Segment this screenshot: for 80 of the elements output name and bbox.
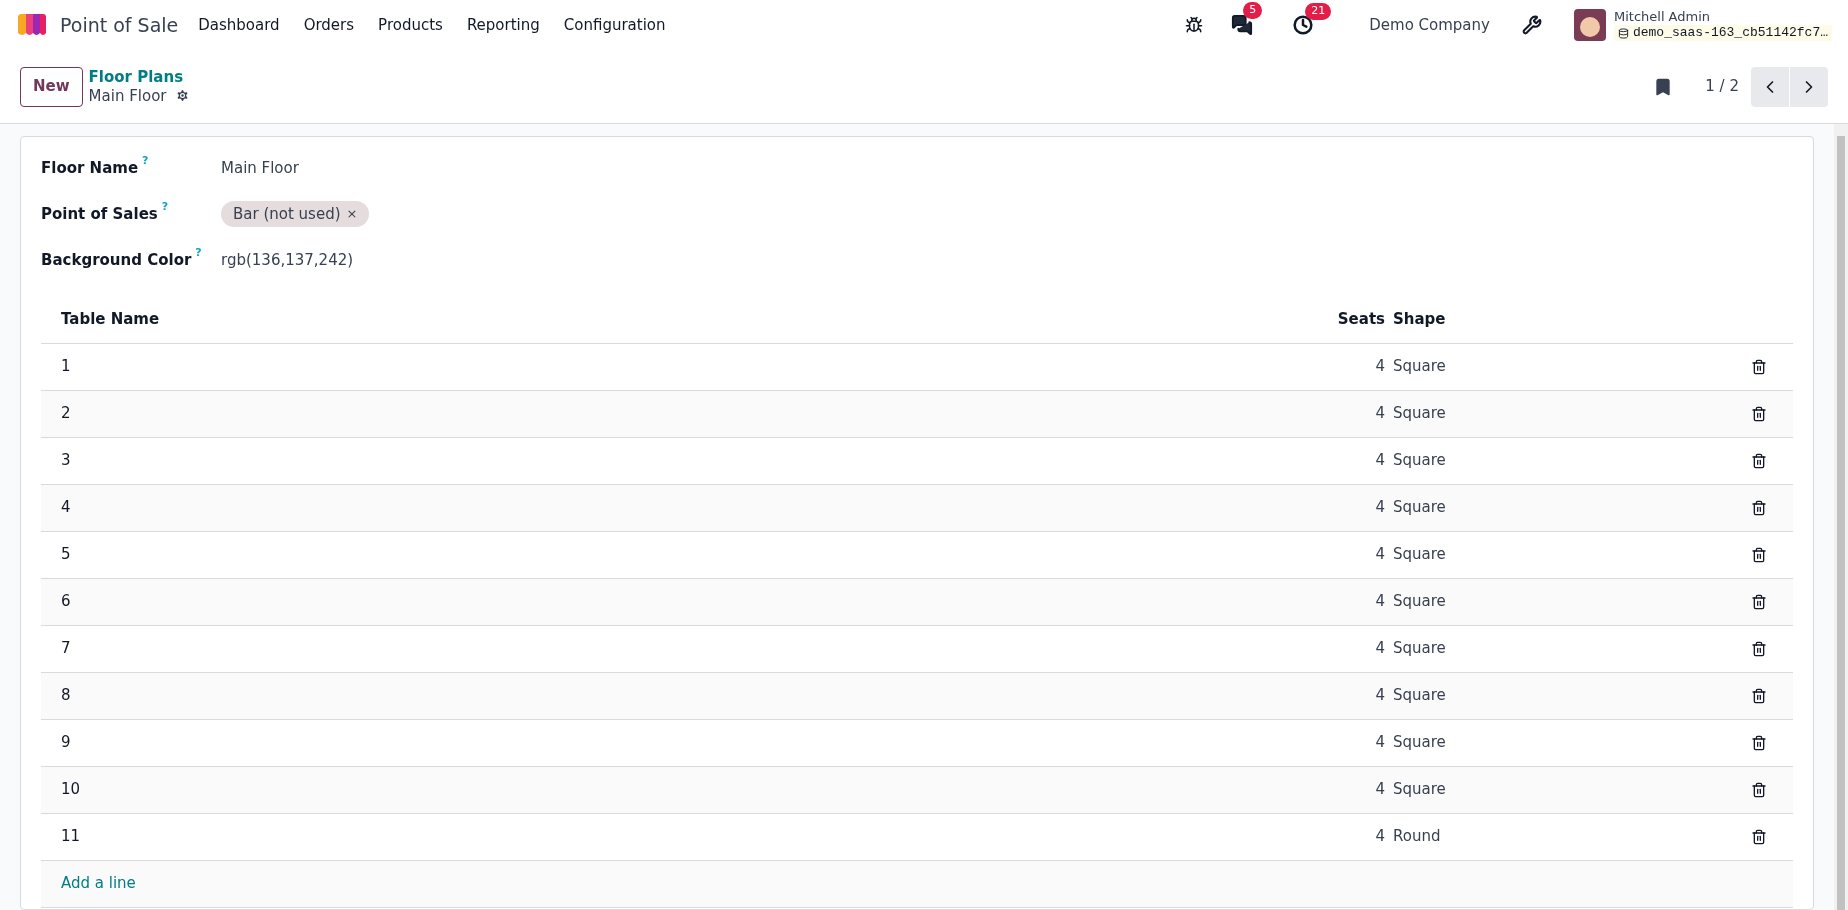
table-cell: Square bbox=[1393, 639, 1446, 658]
table-cell: Square bbox=[1393, 404, 1446, 423]
tools-icon[interactable] bbox=[1521, 15, 1542, 35]
table-cell: 4 bbox=[1375, 451, 1385, 470]
table-cell: Square bbox=[1393, 780, 1446, 799]
settings-icon[interactable] bbox=[174, 88, 190, 104]
tag-chip[interactable]: Bar (not used) × bbox=[221, 200, 370, 228]
delete-icon[interactable] bbox=[1751, 358, 1767, 375]
table-cell: Square bbox=[1393, 357, 1446, 376]
new-button[interactable]: New bbox=[20, 66, 83, 107]
table-cell: 4 bbox=[1375, 357, 1385, 376]
delete-icon[interactable] bbox=[1751, 781, 1767, 798]
table-cell: 11 bbox=[61, 827, 81, 846]
table-cell: 4 bbox=[1375, 639, 1385, 658]
delete-icon[interactable] bbox=[1751, 828, 1767, 845]
tag-label: Bar (not used) bbox=[233, 203, 341, 225]
breadcrumb-link[interactable]: Floor Plans bbox=[88, 67, 190, 87]
pager-value[interactable]: 1 / 2 bbox=[1705, 75, 1739, 98]
field-label: Floor Name bbox=[41, 157, 139, 179]
column-header[interactable]: Shape bbox=[1393, 295, 1743, 343]
delete-icon[interactable] bbox=[1751, 687, 1767, 704]
debug-bug-icon[interactable] bbox=[1185, 16, 1204, 34]
user-name[interactable]: Mitchell Admin bbox=[1613, 8, 1832, 25]
field-label: Point of Sales bbox=[41, 203, 158, 225]
menu-item[interactable]: Reporting bbox=[454, 13, 552, 37]
scrollbar[interactable] bbox=[1834, 124, 1848, 910]
table-cell: 8 bbox=[61, 686, 71, 705]
table-cell: 9 bbox=[61, 733, 71, 752]
database-name: demo_saas-163_cb51142fc7… bbox=[1613, 25, 1832, 42]
column-header[interactable]: Seats bbox=[1313, 295, 1393, 343]
table-cell: 4 bbox=[1375, 686, 1385, 705]
table-cell: Round bbox=[1393, 827, 1441, 846]
table-cell: Square bbox=[1393, 686, 1446, 705]
delete-icon[interactable] bbox=[1751, 640, 1767, 657]
delete-icon[interactable] bbox=[1751, 593, 1767, 610]
table-cell: Square bbox=[1393, 733, 1446, 752]
table-cell: 4 bbox=[1375, 733, 1385, 752]
column-header[interactable]: Table Name bbox=[41, 295, 1313, 343]
menu-item[interactable]: Orders bbox=[291, 13, 367, 37]
delete-icon[interactable] bbox=[1751, 452, 1767, 469]
field-value[interactable]: Main Floor bbox=[221, 156, 299, 180]
delete-icon[interactable] bbox=[1751, 734, 1767, 751]
add-line-link[interactable]: Add a line bbox=[61, 874, 136, 893]
field-label: Background Color bbox=[41, 249, 192, 271]
delete-icon[interactable] bbox=[1751, 499, 1767, 516]
notification-badge: 21 bbox=[1305, 3, 1332, 20]
table-cell: 1 bbox=[61, 357, 71, 376]
table-cell: 4 bbox=[1375, 404, 1385, 423]
company-switcher[interactable]: Demo Company bbox=[1369, 13, 1490, 37]
table-cell: Square bbox=[1393, 545, 1446, 564]
table-cell: 7 bbox=[61, 639, 71, 658]
table-cell: 4 bbox=[1375, 545, 1385, 564]
field-value[interactable]: rgb(136,137,242) bbox=[221, 248, 354, 272]
table-cell: Square bbox=[1393, 451, 1446, 470]
user-avatar[interactable] bbox=[1573, 9, 1606, 41]
table-cell: Square bbox=[1393, 592, 1446, 611]
table-cell: 4 bbox=[1375, 592, 1385, 611]
tag-remove-button[interactable]: × bbox=[346, 204, 358, 224]
table-cell: 4 bbox=[1375, 827, 1385, 846]
clock-icon[interactable] bbox=[1293, 15, 1314, 35]
menu-item[interactable]: Configuration bbox=[551, 13, 678, 37]
table-cell: 4 bbox=[1375, 780, 1385, 799]
table-cell: 3 bbox=[61, 451, 71, 470]
app-title[interactable]: Point of Sale bbox=[60, 10, 179, 40]
notification-badge: 5 bbox=[1243, 2, 1263, 19]
table-cell: 2 bbox=[61, 404, 71, 423]
menu-item[interactable]: Products bbox=[366, 13, 455, 37]
table-cell: 4 bbox=[1375, 498, 1385, 517]
menu-item[interactable]: Dashboard bbox=[186, 13, 292, 37]
app-logo-icon bbox=[16, 13, 48, 37]
database-icon bbox=[1617, 27, 1629, 39]
breadcrumb-current: Main Floor bbox=[88, 86, 167, 106]
delete-icon[interactable] bbox=[1751, 405, 1767, 422]
table-cell: 10 bbox=[61, 780, 81, 799]
messages-icon[interactable] bbox=[1231, 14, 1254, 36]
delete-icon[interactable] bbox=[1751, 546, 1767, 563]
table-cell: Square bbox=[1393, 498, 1446, 517]
table-cell: 6 bbox=[61, 592, 71, 611]
table-cell: 4 bbox=[61, 498, 71, 517]
table-cell: 5 bbox=[61, 545, 71, 564]
